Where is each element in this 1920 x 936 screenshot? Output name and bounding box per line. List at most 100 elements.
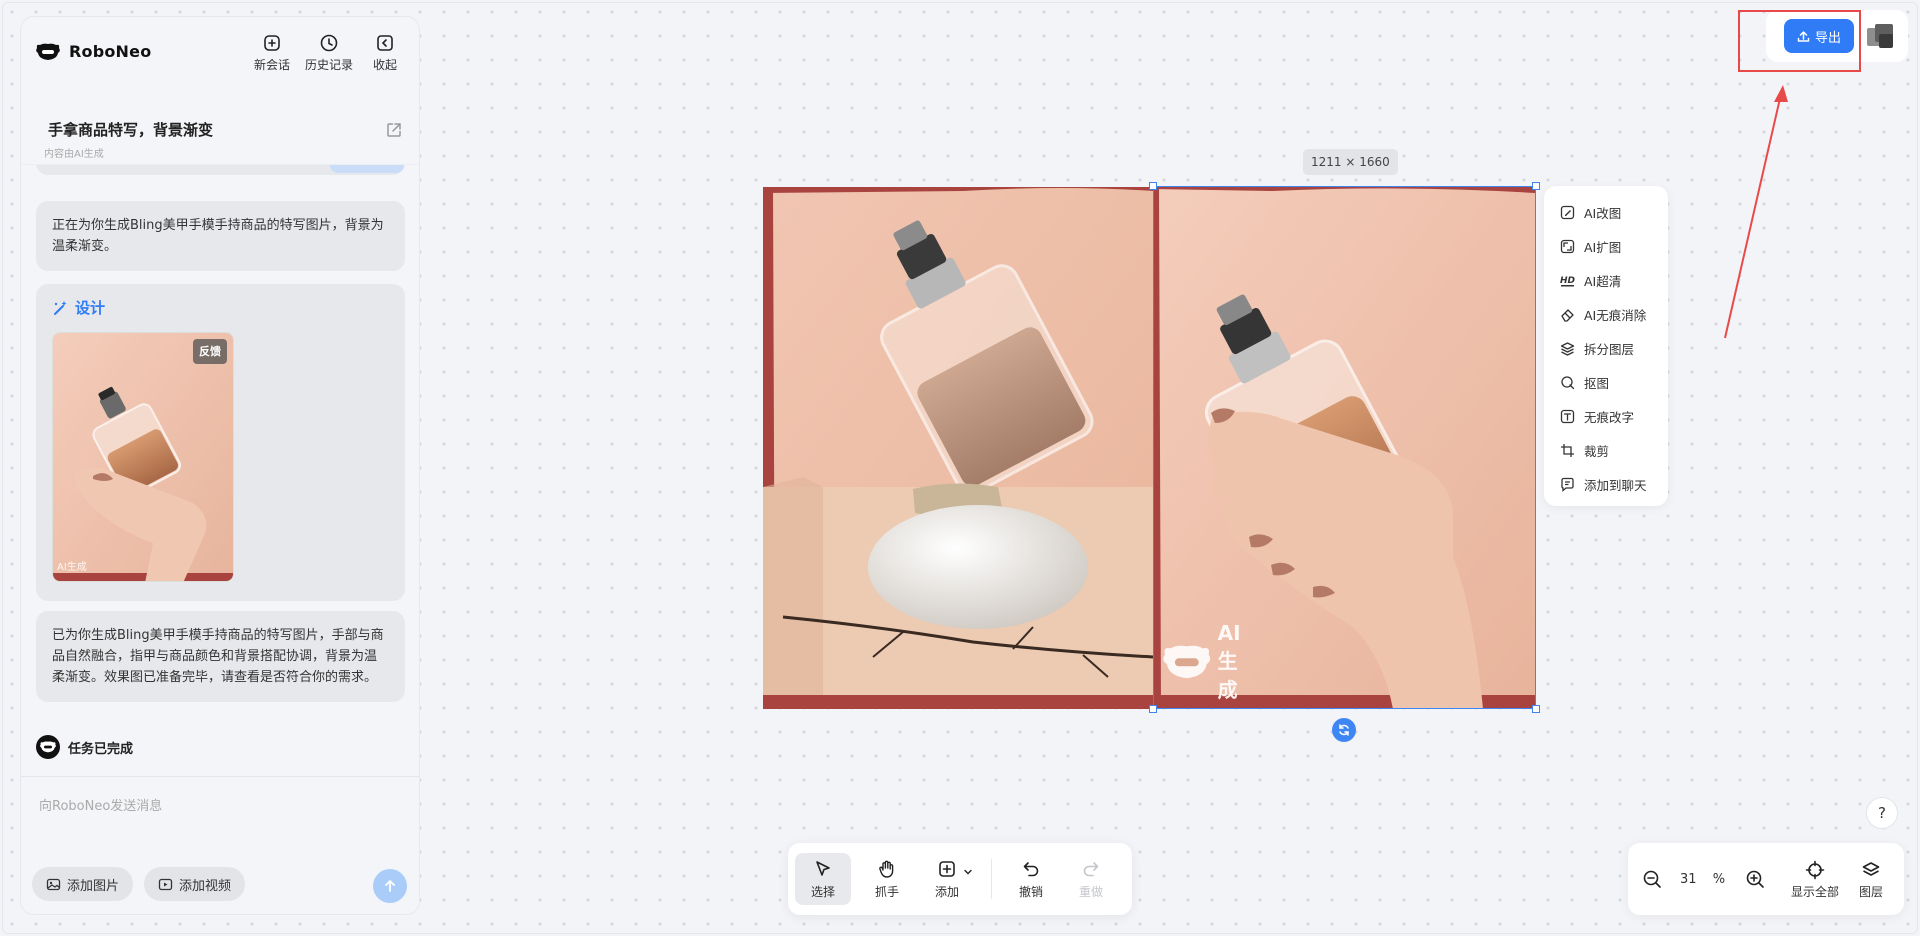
upload-icon (1797, 30, 1810, 42)
previous-action-button[interactable] (330, 165, 404, 173)
select-tool[interactable]: 选择 (795, 853, 851, 905)
menu-item-label: 抠图 (1584, 375, 1610, 391)
canvas-toolbar: 选择 抓手 添加 撤销 重做 (788, 843, 1132, 915)
toolbar-divider (991, 859, 992, 899)
new-chat-icon (264, 35, 280, 51)
menu-item-ai-edit[interactable]: AI改图 (1544, 195, 1668, 229)
task-status: 任务已完成 (36, 735, 133, 759)
image-context-menu: AI改图 AI扩图 HD AI超清 AI无痕消除 拆分图层 抠图 无痕改字 裁剪… (1544, 186, 1668, 506)
hand-icon (879, 860, 894, 878)
cursor-icon (816, 860, 830, 876)
help-button[interactable]: ? (1866, 797, 1898, 829)
send-button[interactable] (373, 869, 407, 903)
design-thumbnail[interactable]: 反馈 AI生成 (52, 332, 234, 582)
menu-item-label: 拆分图层 (1584, 341, 1635, 357)
history-label: 历史记录 (305, 58, 354, 72)
layers-button[interactable]: 图层 (1849, 860, 1893, 900)
menu-item-ai-hd[interactable]: HD AI超清 (1544, 263, 1668, 297)
export-button[interactable]: 导出 (1784, 19, 1854, 53)
chat-messages: 正在为你生成Bling美甲手模手持商品的特写图片，背景为温柔渐变。 设计 反馈 … (21, 165, 419, 795)
menu-item-label: AI改图 (1584, 205, 1622, 221)
zoom-panel: 31 % 显示全部 图层 (1628, 843, 1904, 915)
chat-add-icon (1561, 477, 1574, 492)
menu-item-text-edit[interactable]: 无痕改字 (1544, 399, 1668, 433)
menu-item-add-to-chat[interactable]: 添加到聊天 (1544, 467, 1668, 501)
history-button[interactable]: 历史记录 (305, 33, 353, 73)
menu-item-label: 添加到聊天 (1584, 477, 1647, 493)
crop-icon (1561, 443, 1574, 457)
undo-label: 撤销 (1018, 884, 1043, 899)
layers-preview-icon[interactable] (1865, 22, 1895, 50)
watermark-text: AI生成 (1217, 621, 1241, 702)
redo-button[interactable]: 重做 (1063, 853, 1119, 905)
arrow-up-icon (385, 880, 395, 892)
menu-item-label: AI无痕消除 (1584, 307, 1647, 323)
fit-all-label: 显示全部 (1790, 885, 1839, 899)
message-input[interactable]: 向RoboNeo发送消息 (39, 795, 162, 814)
task-status-label: 任务已完成 (68, 741, 134, 757)
hand-label: 抓手 (874, 884, 899, 899)
add-video-button[interactable]: 添加视频 (144, 867, 246, 901)
hand-tool[interactable]: 抓手 (859, 853, 915, 905)
add-label: 添加 (934, 884, 959, 899)
menu-item-label: AI超清 (1584, 273, 1622, 289)
fit-all-button[interactable]: 显示全部 (1775, 860, 1855, 900)
export-label: 导出 (1814, 30, 1841, 46)
canvas-image-hand-holding-perfume[interactable]: AI生成 (1153, 187, 1535, 709)
zoom-out-button[interactable] (1642, 869, 1662, 889)
collapse-button[interactable]: 收起 (373, 33, 397, 73)
new-chat-label: 新会话 (254, 58, 291, 72)
image-icon (46, 878, 61, 890)
sidebar-header: RoboNeo 新会话 历史记录 收起 (21, 17, 419, 89)
rotate-icon (1339, 724, 1349, 736)
perfume-stone-image (763, 187, 1153, 709)
menu-item-label: AI扩图 (1584, 239, 1622, 255)
design-header: 设计 (52, 298, 389, 319)
crosshair-icon (1805, 860, 1825, 880)
conversation-title: 手拿商品特写，背景渐变 (48, 121, 214, 139)
canvas-image-perfume-on-stone[interactable] (763, 187, 1153, 709)
add-video-label: 添加视频 (179, 878, 232, 894)
feedback-button[interactable]: 反馈 (193, 339, 227, 364)
share-icon[interactable] (385, 121, 403, 139)
zoom-level[interactable]: 31 % (1680, 872, 1725, 887)
menu-item-ai-expand[interactable]: AI扩图 (1544, 229, 1668, 263)
add-image-button[interactable]: 添加图片 (32, 867, 134, 901)
zoom-out-icon (1643, 870, 1661, 888)
layers-stack-icon (1862, 862, 1880, 876)
zoom-in-button[interactable] (1745, 869, 1765, 889)
eraser-icon (1561, 308, 1574, 322)
dimension-badge: 1211 × 1660 (1303, 149, 1398, 175)
menu-item-label: 裁剪 (1584, 443, 1610, 459)
assistant-message: 正在为你生成Bling美甲手模手持商品的特写图片，背景为温柔渐变。 (36, 201, 405, 271)
menu-item-split-layers[interactable]: 拆分图层 (1544, 331, 1668, 365)
thumbnail-image (53, 333, 233, 581)
chat-sidebar: RoboNeo 新会话 历史记录 收起 手拿商品特写，背景渐变 内容由AI生成 … (20, 16, 420, 915)
expand-image-icon (1560, 239, 1575, 253)
design-label: 设计 (75, 299, 106, 317)
edit-image-icon (1560, 205, 1575, 219)
conversation-header: 手拿商品特写，背景渐变 内容由AI生成 (21, 99, 419, 165)
zoom-value: 31 (1680, 872, 1697, 887)
app-logo[interactable]: RoboNeo (35, 42, 151, 61)
menu-item-crop[interactable]: 裁剪 (1544, 433, 1668, 467)
menu-item-ai-erase[interactable]: AI无痕消除 (1544, 297, 1668, 331)
new-chat-button[interactable]: 新会话 (254, 33, 290, 73)
ai-generated-note: 内容由AI生成 (44, 149, 104, 160)
assistant-avatar (36, 735, 60, 759)
layers-icon (1560, 341, 1575, 356)
layers-label: 图层 (1858, 885, 1883, 899)
undo-button[interactable]: 撤销 (1003, 853, 1059, 905)
redo-label: 重做 (1078, 884, 1103, 899)
video-icon (158, 878, 173, 890)
select-label: 选择 (810, 884, 835, 899)
add-tool[interactable]: 添加 (923, 853, 983, 905)
app-name: RoboNeo (69, 42, 152, 61)
rotate-button[interactable] (1332, 718, 1356, 742)
design-card: 设计 反馈 AI生成 (36, 284, 405, 601)
menu-item-cutout[interactable]: 抠图 (1544, 365, 1668, 399)
text-edit-icon (1560, 409, 1575, 423)
roboneo-logo-icon (36, 43, 60, 60)
chevron-down-icon (964, 869, 972, 875)
message-composer: 向RoboNeo发送消息 添加图片 添加视频 (21, 776, 419, 914)
